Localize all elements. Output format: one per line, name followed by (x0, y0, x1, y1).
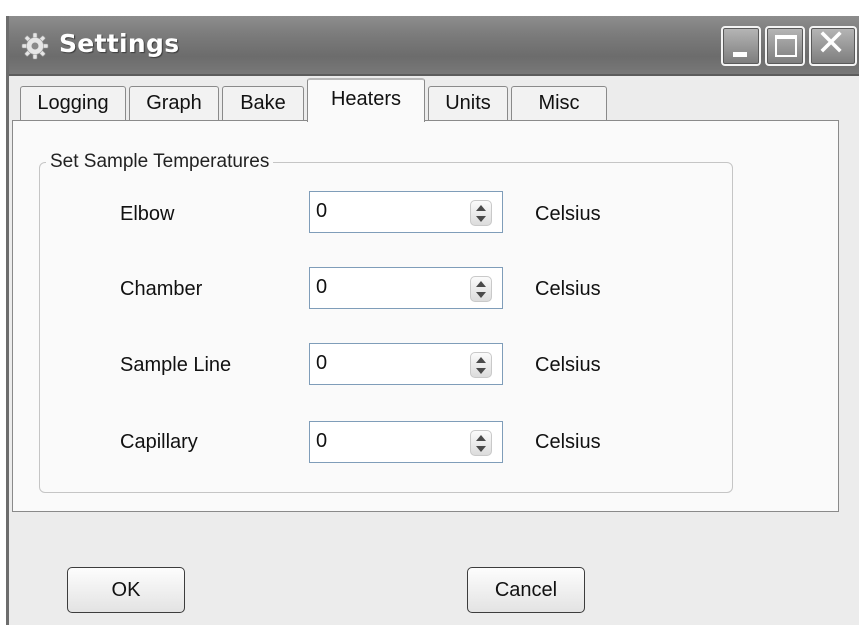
maximize-icon (775, 35, 797, 57)
spin-up-icon[interactable] (476, 281, 486, 287)
capillary-unit: Celsius (535, 431, 601, 453)
spin-arrows-icon[interactable] (470, 352, 492, 378)
spin-up-icon[interactable] (476, 205, 486, 211)
spin-arrows-icon[interactable] (470, 200, 492, 226)
minimize-button[interactable] (721, 26, 761, 66)
elbow-label: Elbow (120, 203, 175, 225)
elbow-unit: Celsius (535, 203, 601, 225)
spin-down-icon[interactable] (476, 292, 486, 298)
close-button[interactable]: ✕ (809, 23, 857, 66)
tab-heaters[interactable]: Heaters (307, 78, 425, 122)
cancel-button[interactable]: Cancel (467, 567, 585, 613)
close-icon: ✕ (816, 23, 847, 64)
window-title: Settings (59, 29, 180, 58)
spin-arrows-icon[interactable] (470, 276, 492, 302)
maximize-button[interactable] (765, 26, 805, 66)
spin-down-icon[interactable] (476, 216, 486, 222)
heaters-tab-panel: Set Sample Temperatures Elbow 0 Celsius … (12, 120, 839, 512)
tab-misc[interactable]: Misc (511, 86, 607, 120)
spin-down-icon[interactable] (476, 368, 486, 374)
sample-line-unit: Celsius (535, 354, 601, 376)
gear-icon (21, 32, 49, 60)
title-bar[interactable]: Settings ✕ (9, 16, 859, 76)
ok-button[interactable]: OK (67, 567, 185, 613)
elbow-temperature-stepper[interactable]: 0 (309, 191, 503, 233)
chamber-temperature-stepper[interactable]: 0 (309, 267, 503, 309)
group-legend: Set Sample Temperatures (50, 151, 270, 172)
elbow-value: 0 (316, 200, 328, 222)
chamber-label: Chamber (120, 278, 203, 300)
tab-logging[interactable]: Logging (20, 86, 126, 120)
spin-up-icon[interactable] (476, 435, 486, 441)
capillary-label: Capillary (120, 431, 198, 453)
chamber-value: 0 (316, 276, 328, 298)
chamber-unit: Celsius (535, 278, 601, 300)
settings-window: Settings ✕ Logging Graph Bake Heaters Un… (6, 16, 859, 625)
tab-bake[interactable]: Bake (222, 86, 304, 120)
sample-line-temperature-stepper[interactable]: 0 (309, 343, 503, 385)
tab-units[interactable]: Units (428, 86, 508, 120)
sample-line-label: Sample Line (120, 354, 232, 376)
tab-graph[interactable]: Graph (129, 86, 219, 120)
capillary-temperature-stepper[interactable]: 0 (309, 421, 503, 463)
capillary-value: 0 (316, 430, 328, 452)
spin-up-icon[interactable] (476, 357, 486, 363)
spin-arrows-icon[interactable] (470, 430, 492, 456)
spin-down-icon[interactable] (476, 446, 486, 452)
minimize-icon (733, 52, 747, 57)
sample-line-value: 0 (316, 352, 328, 374)
